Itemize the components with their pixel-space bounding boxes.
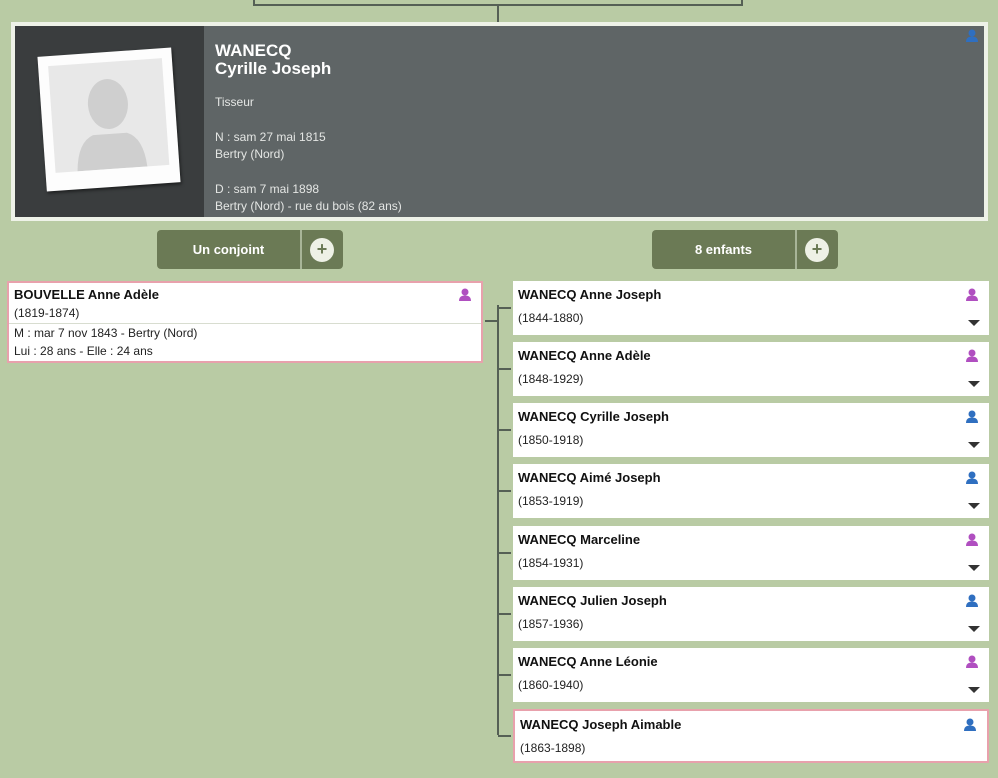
chevron-down-icon[interactable] xyxy=(968,626,980,632)
child-dates: (1853-1919) xyxy=(518,494,584,508)
child-card[interactable]: WANECQ Anne Adèle (1848-1929) xyxy=(498,342,989,396)
child-card[interactable]: WANECQ Aimé Joseph (1853-1919) xyxy=(498,464,989,518)
child-name[interactable]: WANECQ Julien Joseph xyxy=(518,593,667,608)
child-connector xyxy=(498,735,511,737)
child-name[interactable]: WANECQ Cyrille Joseph xyxy=(518,409,669,424)
marriage-ages: Lui : 28 ans - Elle : 24 ans xyxy=(14,344,153,358)
female-person-icon xyxy=(965,288,979,301)
child-card[interactable]: WANECQ Julien Joseph (1857-1936) xyxy=(498,587,989,641)
male-person-icon xyxy=(965,471,979,484)
person-occupation: Tisseur xyxy=(215,95,254,109)
child-card[interactable]: WANECQ Anne Joseph (1844-1880) xyxy=(498,281,989,335)
person-death: D : sam 7 mai 1898 xyxy=(215,182,320,196)
child-connector xyxy=(498,429,511,431)
child-card[interactable]: WANECQ Marceline (1854-1931) xyxy=(498,526,989,580)
child-name[interactable]: WANECQ Marceline xyxy=(518,532,640,547)
spouse-name[interactable]: BOUVELLE Anne Adèle xyxy=(14,287,159,302)
photo-area xyxy=(15,26,204,217)
child-dates: (1863-1898) xyxy=(520,741,586,755)
divider xyxy=(9,323,481,324)
child-name[interactable]: WANECQ Joseph Aimable xyxy=(520,717,681,732)
child-dates: (1848-1929) xyxy=(518,372,584,386)
person-death-place: Bertry (Nord) - rue du bois (82 ans) xyxy=(215,199,402,213)
child-dates: (1850-1918) xyxy=(518,433,584,447)
children-section-label[interactable]: 8 enfants xyxy=(652,230,795,269)
photo-placeholder[interactable] xyxy=(37,47,181,192)
marriage-info: M : mar 7 nov 1843 - Bertry (Nord) xyxy=(14,326,198,340)
child-card[interactable]: WANECQ Joseph Aimable (1863-1898) xyxy=(498,709,989,763)
child-name[interactable]: WANECQ Aimé Joseph xyxy=(518,470,661,485)
chevron-down-icon[interactable] xyxy=(968,381,980,387)
parents-connector-stem xyxy=(497,5,499,22)
children-section-button[interactable]: 8 enfants + xyxy=(652,230,838,269)
add-spouse-button[interactable]: + xyxy=(310,238,334,262)
chevron-down-icon[interactable] xyxy=(968,687,980,693)
female-person-icon xyxy=(965,533,979,546)
male-person-icon xyxy=(965,410,979,423)
spouse-section-label[interactable]: Un conjoint xyxy=(157,230,300,269)
child-name[interactable]: WANECQ Anne Joseph xyxy=(518,287,661,302)
male-person-icon xyxy=(965,594,979,607)
child-connector xyxy=(498,368,511,370)
male-person-icon xyxy=(963,718,977,731)
person-firstname: Cyrille Joseph xyxy=(215,59,332,78)
male-person-icon xyxy=(965,29,979,42)
child-connector xyxy=(498,490,511,492)
child-card[interactable]: WANECQ Anne Léonie (1860-1940) xyxy=(498,648,989,702)
female-person-icon xyxy=(965,655,979,668)
child-card[interactable]: WANECQ Cyrille Joseph (1850-1918) xyxy=(498,403,989,457)
add-child-button[interactable]: + xyxy=(805,238,829,262)
spouse-dates: (1819-1874) xyxy=(14,306,80,320)
child-name[interactable]: WANECQ Anne Adèle xyxy=(518,348,651,363)
chevron-down-icon[interactable] xyxy=(968,320,980,326)
person-birth: N : sam 27 mai 1815 xyxy=(215,130,326,144)
child-connector xyxy=(498,307,511,309)
spouse-children-connector xyxy=(485,320,497,322)
child-connector xyxy=(498,613,511,615)
child-dates: (1844-1880) xyxy=(518,311,584,325)
spouse-card[interactable]: BOUVELLE Anne Adèle (1819-1874) M : mar … xyxy=(7,281,483,363)
spouse-section-button[interactable]: Un conjoint + xyxy=(157,230,343,269)
chevron-down-icon[interactable] xyxy=(968,503,980,509)
child-dates: (1860-1940) xyxy=(518,678,584,692)
chevron-down-icon[interactable] xyxy=(968,565,980,571)
silhouette-icon xyxy=(77,79,148,172)
main-person-card[interactable]: WANECQ Cyrille Joseph Tisseur N : sam 27… xyxy=(11,22,988,221)
person-surname: WANECQ xyxy=(215,41,292,60)
female-person-icon xyxy=(458,288,472,301)
chevron-down-icon[interactable] xyxy=(968,442,980,448)
female-person-icon xyxy=(965,349,979,362)
child-dates: (1854-1931) xyxy=(518,556,584,570)
child-connector xyxy=(498,552,511,554)
child-dates: (1857-1936) xyxy=(518,617,584,631)
child-name[interactable]: WANECQ Anne Léonie xyxy=(518,654,658,669)
child-connector xyxy=(498,674,511,676)
person-birth-place: Bertry (Nord) xyxy=(215,147,285,161)
